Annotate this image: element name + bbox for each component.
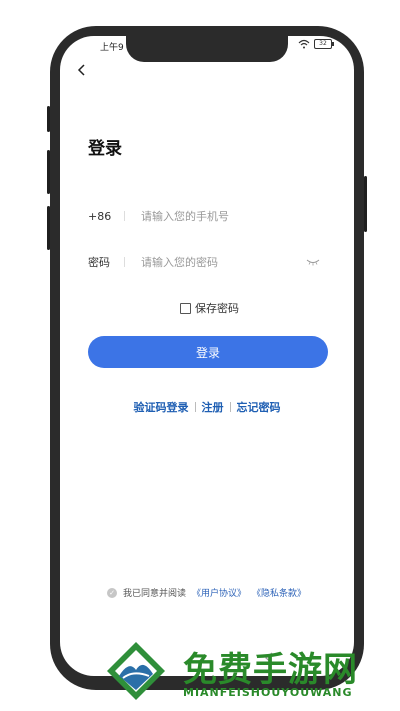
phone-input[interactable] — [141, 209, 291, 223]
field-divider — [124, 211, 125, 221]
field-divider — [124, 257, 125, 267]
forgot-password-link[interactable]: 忘记密码 — [237, 399, 281, 415]
hide-password-icon[interactable] — [306, 258, 320, 266]
watermark-subtitle: MIANFEISHOUYOUWANG — [183, 686, 353, 699]
status-icons: 32 — [298, 39, 334, 49]
page-title: 登录 — [88, 139, 122, 159]
volume-button — [47, 106, 50, 132]
battery-icon: 32 — [314, 39, 334, 49]
remember-password[interactable]: 保存密码 — [180, 300, 239, 316]
remember-label: 保存密码 — [195, 302, 239, 315]
remember-checkbox[interactable] — [180, 302, 191, 314]
link-divider — [194, 402, 196, 412]
auth-links: 验证码登录 注册 忘记密码 — [60, 399, 354, 415]
watermark-title: 免费手游网 — [183, 650, 358, 690]
privacy-link[interactable]: 《隐私条款》 — [252, 586, 306, 599]
app-screen: 上午9 32 登录 +86 密码 保存密码 登录 验证码登录 — [60, 36, 354, 676]
register-link[interactable]: 注册 — [202, 399, 224, 415]
password-label: 密码 — [88, 256, 110, 269]
password-input[interactable] — [141, 255, 291, 269]
back-arrow-icon[interactable] — [74, 62, 90, 78]
volume-button — [47, 150, 50, 194]
sms-login-link[interactable]: 验证码登录 — [134, 399, 189, 415]
power-button — [364, 176, 367, 232]
notch — [126, 36, 288, 62]
volume-button — [47, 206, 50, 250]
country-code[interactable]: +86 — [88, 210, 124, 223]
agreement-row: ✓ 我已同意并阅读 《用户协议》 《隐私条款》 — [107, 586, 306, 599]
agree-check-icon[interactable]: ✓ — [107, 587, 117, 598]
watermark-logo-icon — [107, 642, 165, 700]
password-field: 密码 — [88, 250, 328, 274]
user-agreement-link[interactable]: 《用户协议》 — [192, 586, 246, 599]
status-time: 上午9 — [100, 43, 124, 53]
watermark: 免费手游网 MIANFEISHOUYOUWANG — [105, 638, 395, 704]
wifi-icon — [298, 39, 310, 49]
login-button[interactable]: 登录 — [88, 336, 328, 368]
phone-field: +86 — [88, 204, 328, 228]
link-divider — [229, 402, 231, 412]
agreement-prefix: 我已同意并阅读 — [123, 589, 187, 599]
